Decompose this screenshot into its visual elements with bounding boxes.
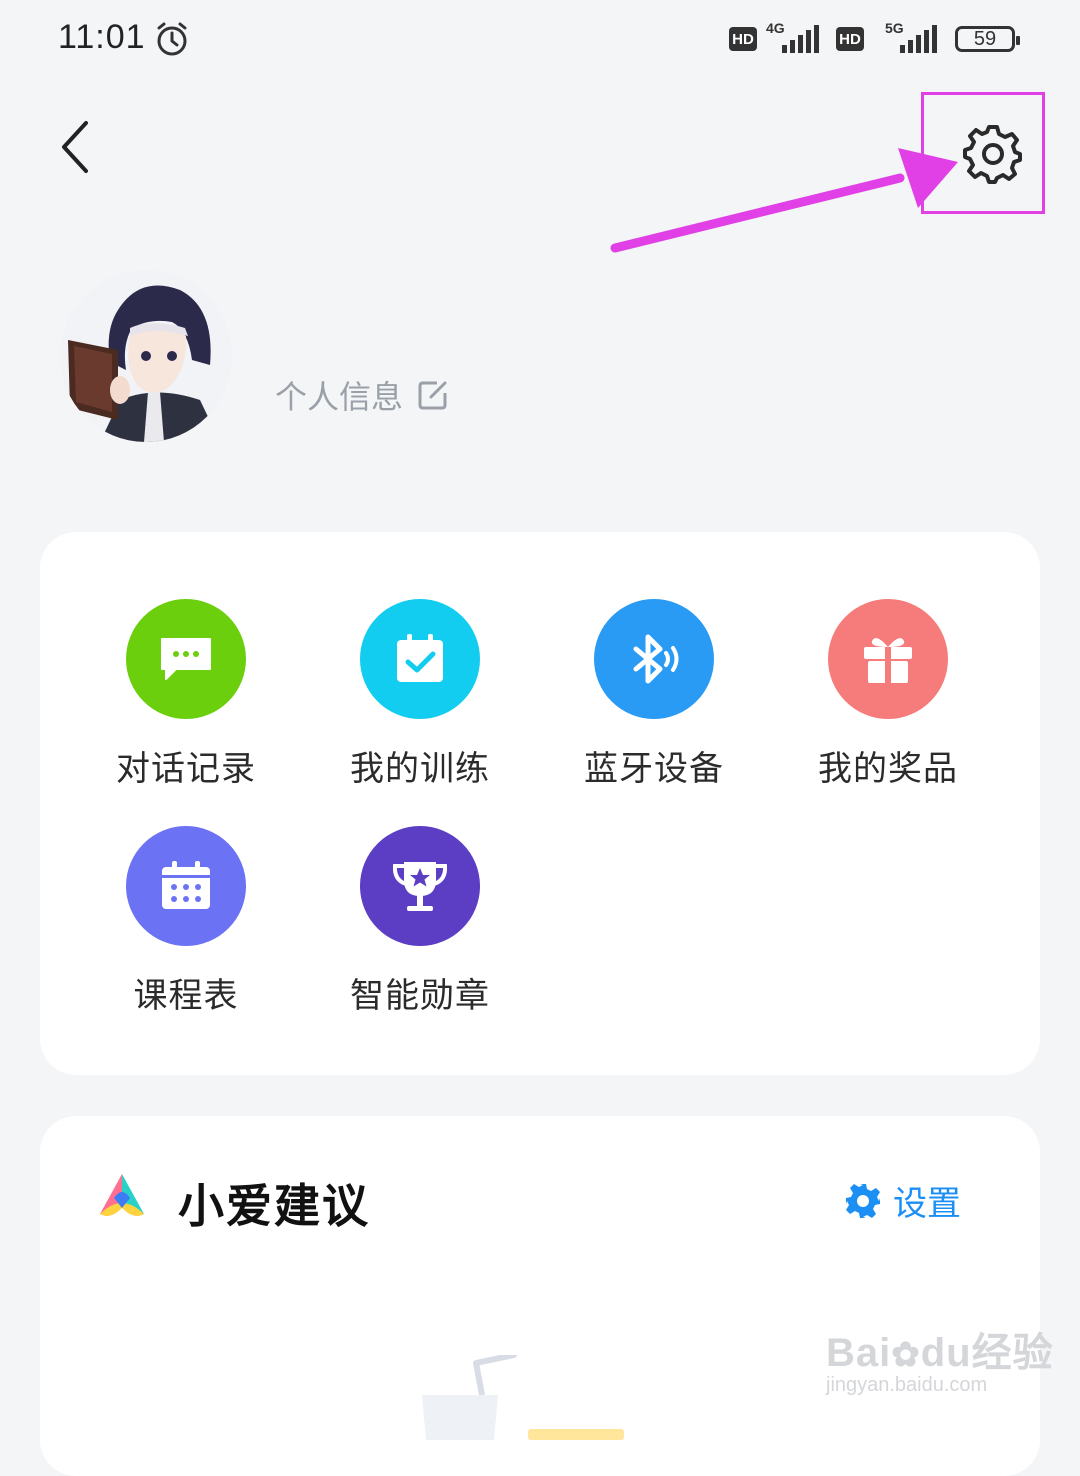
calendar-check-icon (360, 599, 480, 719)
advice-settings-link[interactable]: 设置 (845, 1176, 961, 1225)
hd-badge-1: HD (729, 27, 757, 51)
feature-label: 课程表 (133, 976, 239, 1016)
chat-icon (126, 599, 246, 719)
battery-indicator: 59 (955, 26, 1020, 52)
advice-title: 小爱建议 (178, 1179, 370, 1233)
feature-schedule[interactable]: 课程表 (69, 826, 303, 1017)
avatar[interactable] (60, 270, 232, 442)
advice-settings-label: 设置 (893, 1184, 961, 1224)
feature-my-prizes[interactable]: 我的奖品 (771, 599, 1005, 790)
feature-label: 我的奖品 (818, 749, 958, 789)
profile-info-link[interactable]: 个人信息 (275, 372, 449, 418)
hd-badge-2: HD (836, 27, 864, 51)
bluetooth-icon (594, 599, 714, 719)
watermark-brand2: du (920, 1331, 972, 1375)
signal-icon-2 (900, 25, 940, 53)
feature-label: 智能勋章 (350, 976, 490, 1016)
back-button[interactable] (50, 115, 110, 179)
watermark-cn: 经验 (971, 1330, 1054, 1376)
signal-icon-1 (782, 25, 822, 53)
watermark-paw-icon: ✿ (891, 1336, 921, 1374)
xiaoai-logo-icon (96, 1172, 148, 1224)
annotation-arrow (610, 148, 958, 253)
status-time: 11:01 (58, 18, 146, 56)
feature-bluetooth-devices[interactable]: 蓝牙设备 (537, 599, 771, 790)
feature-grid-card: 对话记录 我的训练 蓝牙设备 我的奖品 课程表 智能勋章 (40, 532, 1040, 1075)
trophy-icon (360, 826, 480, 946)
feature-my-training[interactable]: 我的训练 (303, 599, 537, 790)
gear-icon (846, 1183, 880, 1218)
gift-icon (828, 599, 948, 719)
empty-illustration (420, 1352, 630, 1444)
feature-label: 蓝牙设备 (584, 749, 724, 789)
profile-info-label: 个人信息 (275, 378, 404, 416)
edit-icon (418, 381, 447, 410)
alarm-icon (153, 20, 191, 62)
feature-label: 对话记录 (116, 749, 256, 789)
watermark-brand: Bai (826, 1331, 892, 1375)
feature-chat-history[interactable]: 对话记录 (69, 599, 303, 790)
schedule-icon (126, 826, 246, 946)
feature-smart-medals[interactable]: 智能勋章 (303, 826, 537, 1017)
chevron-left-icon (62, 121, 88, 173)
watermark: Bai✿du经验 jingyan.baidu.com (826, 1320, 1054, 1397)
feature-label: 我的训练 (350, 749, 490, 789)
